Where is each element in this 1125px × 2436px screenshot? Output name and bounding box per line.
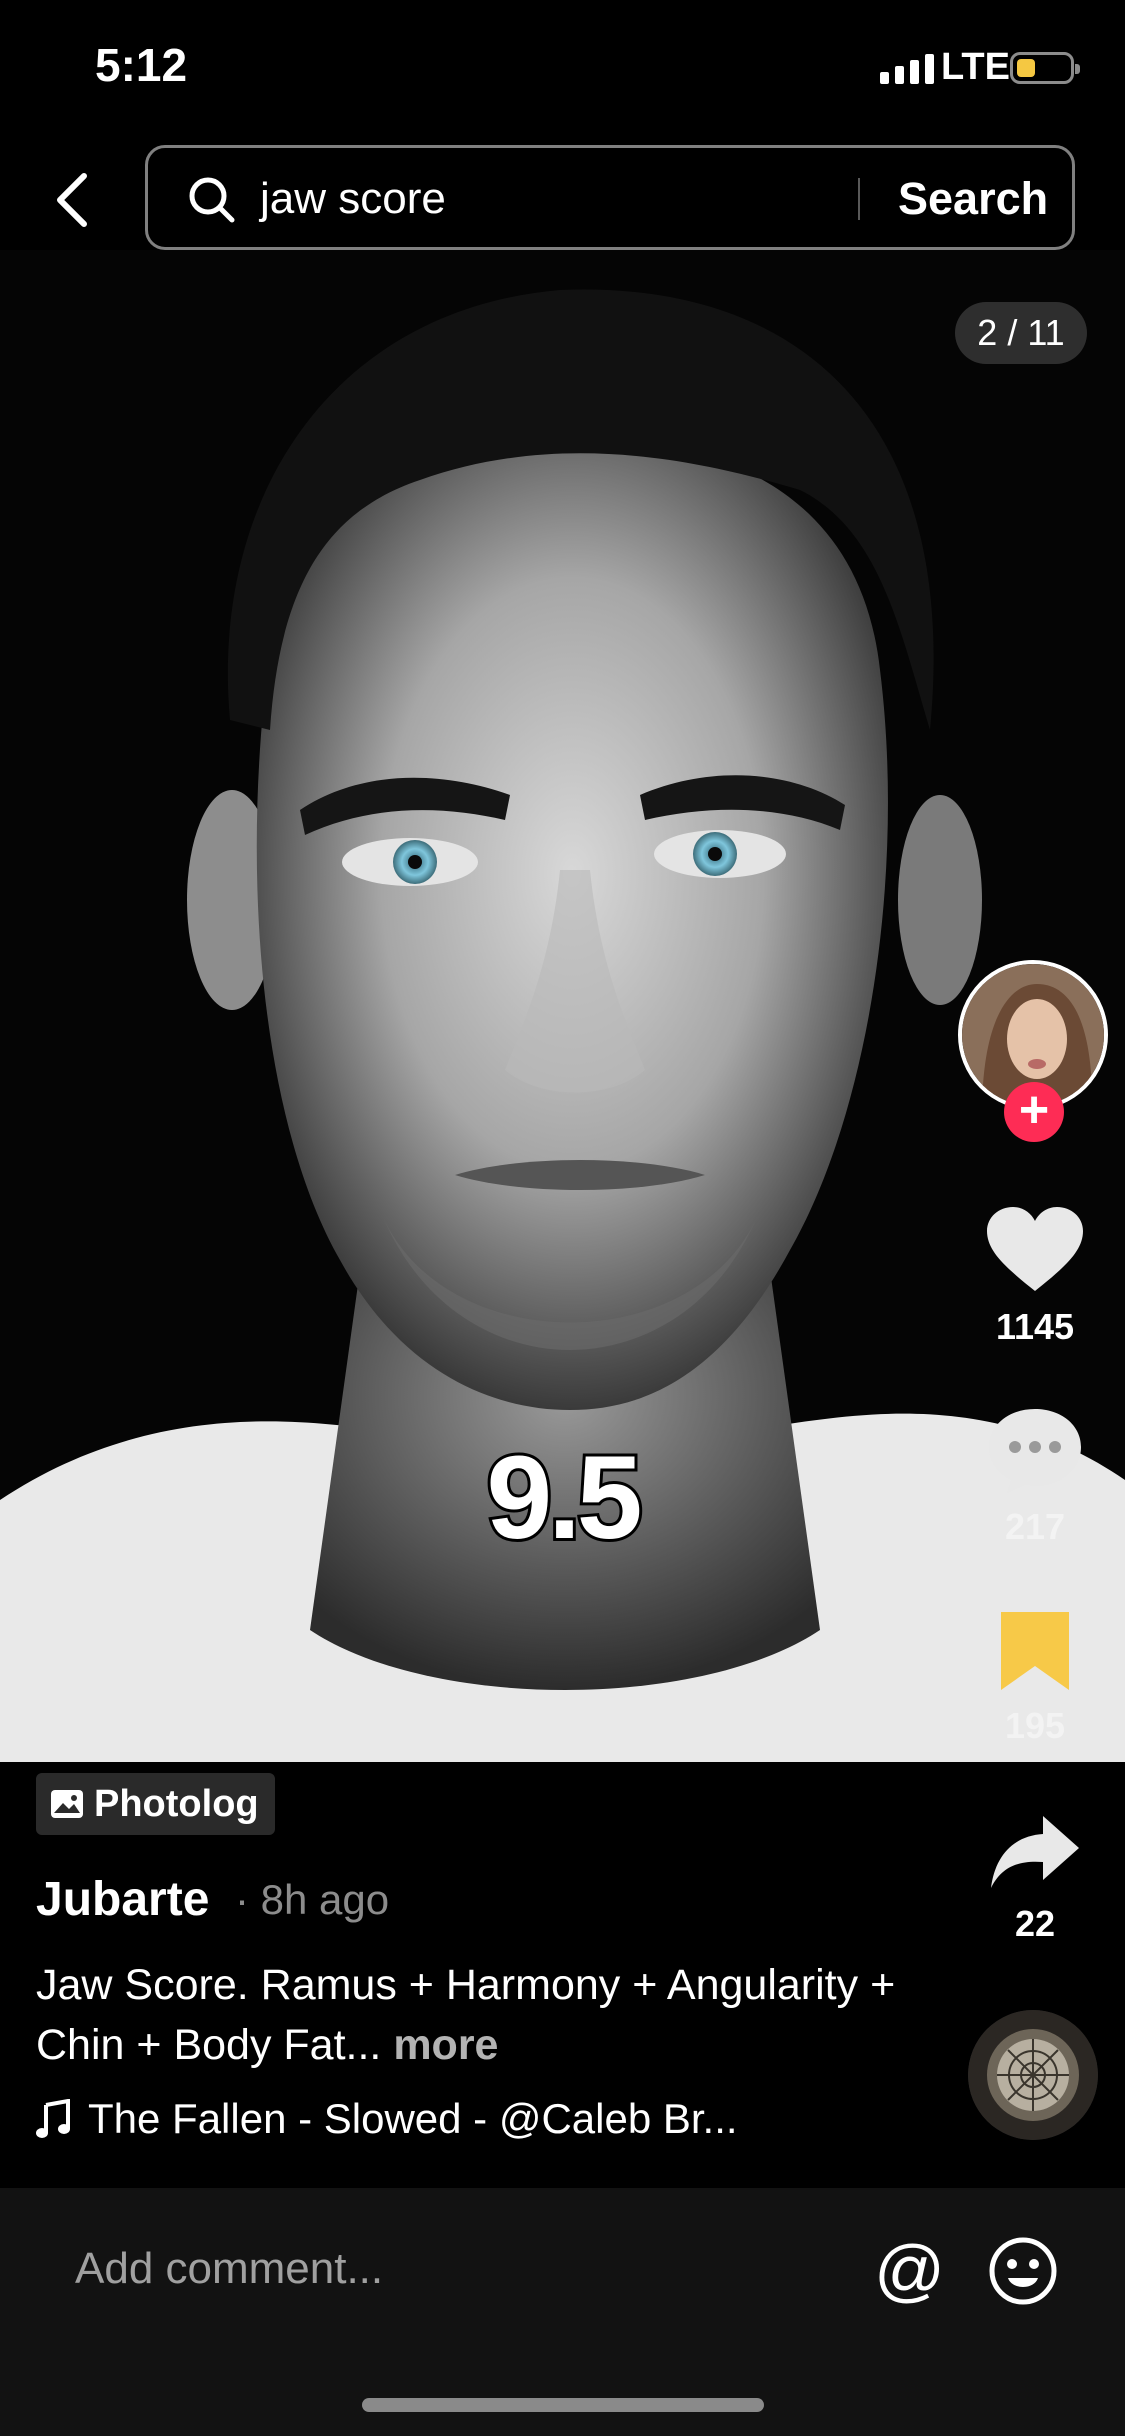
caption-more-link[interactable]: more (393, 2021, 498, 2069)
home-indicator (362, 2398, 764, 2412)
comment-input[interactable]: Add comment... (75, 2244, 383, 2294)
search-bar[interactable]: jaw score Search (145, 145, 1075, 250)
search-input[interactable]: jaw score (260, 174, 446, 224)
post-time: · 8h ago (235, 1876, 390, 1923)
emoji-icon[interactable] (988, 2236, 1058, 2311)
heart-icon (987, 1207, 1083, 1291)
network-label: LTE (941, 46, 1010, 88)
author-name[interactable]: Jubarte (36, 1872, 209, 1927)
score-overlay: 9.5 (483, 1429, 645, 1567)
share-button[interactable]: 22 (975, 1812, 1095, 1945)
search-divider (858, 178, 860, 220)
like-button[interactable]: 1145 (975, 1205, 1095, 1348)
save-count: 195 (1004, 1705, 1066, 1746)
battery-icon (1010, 52, 1080, 84)
follow-button[interactable]: + (1004, 1082, 1064, 1142)
share-arrow-icon (991, 1816, 1079, 1888)
search-icon (186, 174, 238, 231)
search-button[interactable]: Search (898, 173, 1048, 225)
bookmark-icon (1001, 1612, 1069, 1690)
save-button[interactable]: 195 (975, 1608, 1095, 1747)
music-title: The Fallen - Slowed - @Caleb Br... (88, 2095, 738, 2142)
music-disc[interactable] (968, 2010, 1098, 2140)
comment-count: 217 (1004, 1506, 1066, 1547)
comment-button[interactable]: 217 (975, 1405, 1095, 1548)
signal-icon (880, 54, 934, 84)
status-time: 5:12 (95, 39, 188, 91)
like-count: 1145 (995, 1306, 1075, 1347)
music-note-icon (36, 2099, 70, 2138)
post-caption[interactable]: Jaw Score. Ramus + Harmony + Angularity … (36, 1955, 936, 2075)
music-label[interactable]: The Fallen - Slowed - @Caleb Br... (36, 2095, 738, 2143)
page-counter: 2 / 11 (955, 302, 1087, 364)
post-photo[interactable]: 9.5 (0, 250, 1125, 1762)
mention-icon[interactable]: @ (874, 2230, 945, 2310)
photo-icon (51, 1790, 83, 1818)
status-bar: 5:12 LTE (0, 0, 1125, 135)
battery-level-fill (1017, 59, 1035, 77)
share-count: 22 (1014, 1903, 1056, 1944)
photolog-label: Photolog (94, 1782, 259, 1825)
creator-avatar[interactable]: + (958, 960, 1108, 1142)
comment-icon (989, 1409, 1081, 1493)
photolog-chip[interactable]: Photolog (36, 1773, 275, 1835)
chevron-left-icon[interactable] (48, 170, 98, 230)
